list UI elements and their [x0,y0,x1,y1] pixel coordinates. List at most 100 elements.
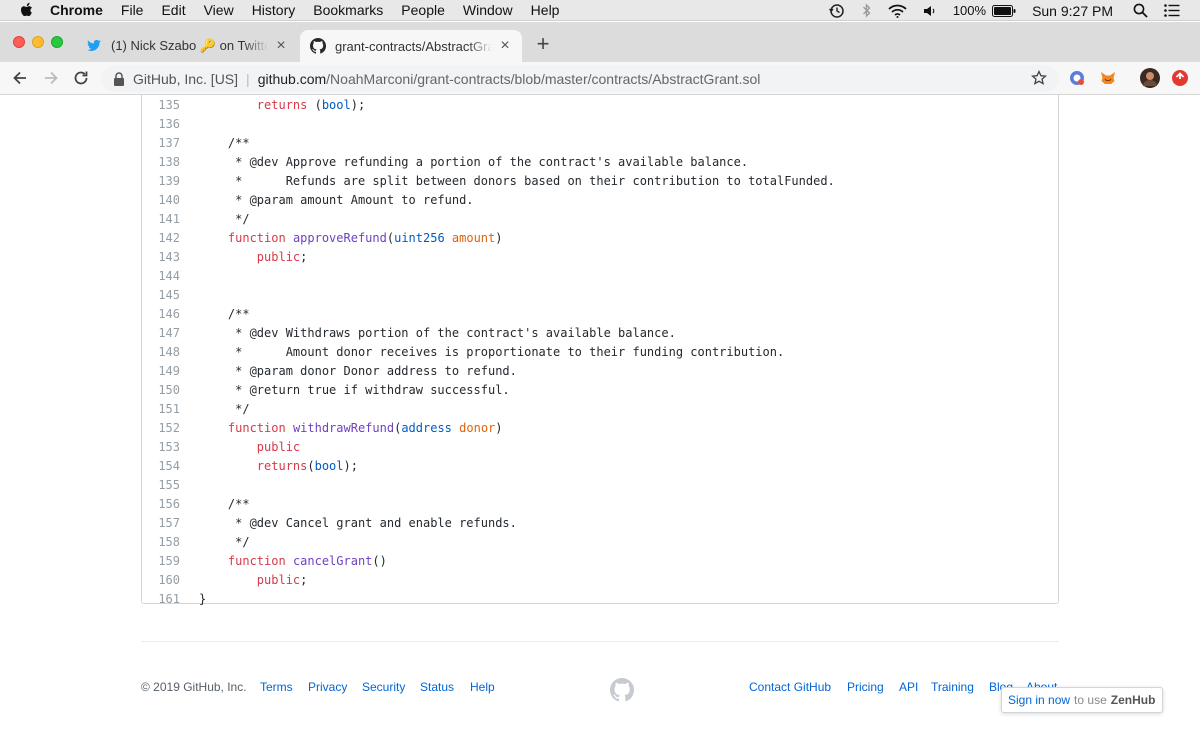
line-number[interactable]: 159 [142,552,180,571]
line-number[interactable]: 154 [142,457,180,476]
code-line: 154 returns(bool); [142,457,1058,476]
code-line: 141 */ [142,210,1058,229]
menu-people[interactable]: People [401,2,445,18]
github-logo-icon[interactable] [610,678,634,702]
notification-center-icon[interactable] [1164,4,1180,17]
footer-link-security[interactable]: Security [362,680,405,694]
line-number[interactable]: 152 [142,419,180,438]
tab-title: (1) Nick Szabo 🔑 on Twitter: " [111,38,268,53]
menu-view[interactable]: View [204,2,234,18]
line-number[interactable]: 158 [142,533,180,552]
apple-logo-icon[interactable] [18,1,36,19]
line-number[interactable]: 160 [142,571,180,590]
volume-icon[interactable] [923,4,937,18]
url-text[interactable]: github.com/NoahMarconi/grant-contracts/b… [258,71,761,87]
code-text: * @dev Cancel grant and enable refunds. [199,516,517,530]
time-machine-icon[interactable] [828,3,846,19]
zenhub-signin-link[interactable]: Sign in now [1008,693,1070,707]
menu-clock[interactable]: Sun 9:27 PM [1032,3,1113,19]
tab-close-icon[interactable]: × [498,38,512,54]
line-number[interactable]: 148 [142,343,180,362]
zenhub-signin-badge[interactable]: Sign in now to use ZenHub [1001,687,1163,713]
line-number[interactable]: 155 [142,476,180,495]
line-number[interactable]: 138 [142,153,180,172]
footer-copyright: © 2019 GitHub, Inc. [141,680,247,694]
footer-link-terms[interactable]: Terms [260,680,293,694]
extension-vpn-icon[interactable] [1068,69,1086,87]
menu-window[interactable]: Window [463,2,513,18]
reload-icon[interactable] [72,69,90,87]
footer-link-pricing[interactable]: Pricing [847,680,884,694]
menu-help[interactable]: Help [531,2,560,18]
line-number[interactable]: 151 [142,400,180,419]
github-octocat-icon [310,38,326,54]
code-line: 146 /** [142,305,1058,324]
line-number[interactable]: 146 [142,305,180,324]
line-number[interactable]: 136 [142,115,180,134]
back-arrow-icon[interactable] [11,69,29,87]
line-number[interactable]: 135 [142,96,180,115]
tab-close-icon[interactable]: × [274,38,288,54]
window-minimize-button[interactable] [32,36,44,48]
address-bar[interactable]: GitHub, Inc. [US] | github.com/NoahMarco… [101,65,1059,92]
spotlight-search-icon[interactable] [1133,3,1148,18]
line-number[interactable]: 145 [142,286,180,305]
address-divider: | [246,70,250,87]
line-number[interactable]: 147 [142,324,180,343]
footer-link-training[interactable]: Training [931,680,974,694]
code-text: public; [256,250,308,264]
menu-edit[interactable]: Edit [161,2,185,18]
window-close-button[interactable] [13,36,25,48]
footer-link-contact-github[interactable]: Contact GitHub [749,680,831,694]
menu-app-chrome[interactable]: Chrome [50,2,103,18]
battery-percent: 100% [952,3,987,18]
line-number[interactable]: 153 [142,438,180,457]
line-number[interactable]: 139 [142,172,180,191]
code-line: 151 */ [142,400,1058,419]
line-number[interactable]: 144 [142,267,180,286]
footer-link-status[interactable]: Status [420,680,454,694]
code-text: function cancelGrant() [227,554,387,568]
line-number[interactable]: 157 [142,514,180,533]
line-number[interactable]: 161 [142,590,180,609]
tab-github-abstractgrant[interactable]: grant-contracts/AbstractGrant.sol × [300,30,522,62]
line-number[interactable]: 137 [142,134,180,153]
twitter-bird-icon [87,39,101,52]
site-identity[interactable]: GitHub, Inc. [US] [133,71,238,87]
line-number[interactable]: 140 [142,191,180,210]
footer-link-help[interactable]: Help [470,680,495,694]
code-line: 143 public; [142,248,1058,267]
code-text: * @return true if withdraw successful. [199,383,510,397]
macos-menu-bar: Chrome File Edit View History Bookmarks … [0,0,1200,21]
line-number[interactable]: 141 [142,210,180,229]
wifi-icon[interactable] [888,4,907,18]
line-number[interactable]: 156 [142,495,180,514]
line-number[interactable]: 143 [142,248,180,267]
footer-link-privacy[interactable]: Privacy [308,680,347,694]
menu-bookmarks[interactable]: Bookmarks [313,2,383,18]
tab-twitter[interactable]: (1) Nick Szabo 🔑 on Twitter: " × [76,30,298,62]
code-text: * @dev Approve refunding a portion of th… [199,155,749,169]
line-number[interactable]: 150 [142,381,180,400]
profile-avatar-icon[interactable] [1140,68,1160,88]
bluetooth-icon[interactable] [862,3,872,18]
zenhub-brand: ZenHub [1110,693,1156,707]
code-line: 138 * @dev Approve refunding a portion o… [142,153,1058,172]
line-number[interactable]: 142 [142,229,180,248]
code-line: 158 */ [142,533,1058,552]
code-text: public; [256,573,308,587]
lock-icon[interactable] [113,71,125,86]
line-number[interactable]: 149 [142,362,180,381]
code-line: 149 * @param donor Donor address to refu… [142,362,1058,381]
new-tab-button[interactable]: + [532,33,554,56]
battery-icon[interactable] [992,4,1016,17]
footer-link-api[interactable]: API [899,680,918,694]
window-zoom-button[interactable] [51,36,63,48]
code-line: 139 * Refunds are split between donors b… [142,172,1058,191]
menu-history[interactable]: History [252,2,296,18]
menu-file[interactable]: File [121,2,144,18]
forward-arrow-icon[interactable] [42,69,60,87]
extension-update-icon[interactable] [1171,69,1189,87]
bookmark-star-icon[interactable] [1031,70,1047,86]
metamask-fox-icon[interactable] [1099,69,1117,87]
